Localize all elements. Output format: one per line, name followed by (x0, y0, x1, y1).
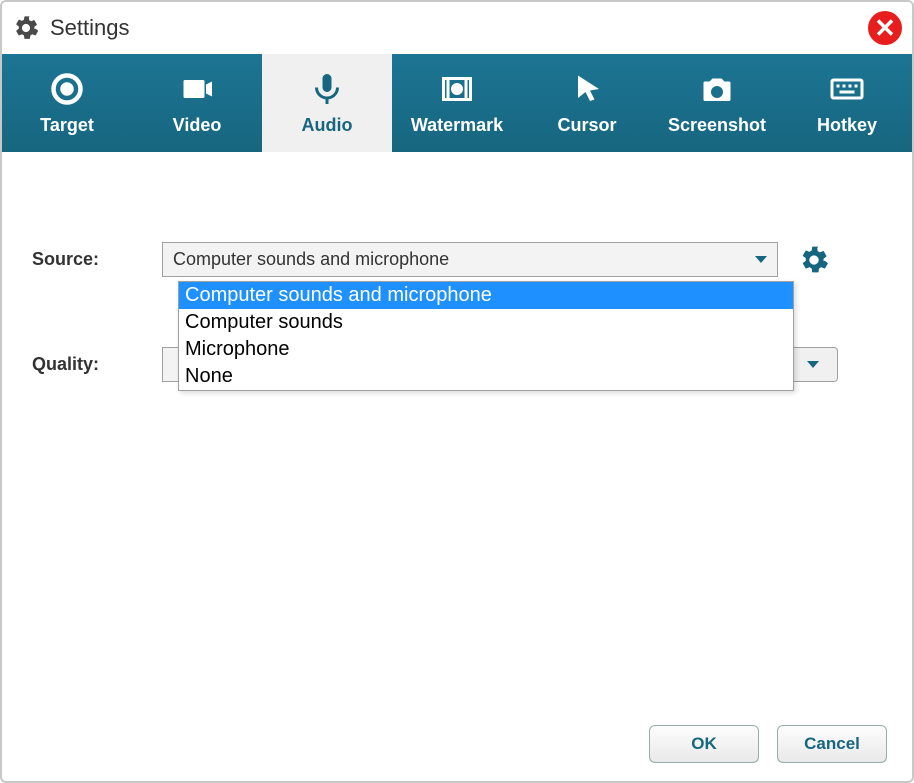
tab-hotkey[interactable]: Hotkey (782, 54, 912, 152)
tab-list: Target Video Audio Watermark Cursor (2, 54, 912, 152)
source-option[interactable]: Computer sounds and microphone (179, 282, 793, 309)
window-title: Settings (50, 15, 130, 41)
source-option[interactable]: Microphone (179, 336, 793, 363)
keyboard-icon (829, 71, 865, 107)
camera-icon (699, 71, 735, 107)
tab-target[interactable]: Target (2, 54, 132, 152)
settings-window: Settings ✕ Target Video Audio (0, 0, 914, 783)
tab-label: Watermark (411, 115, 503, 136)
watermark-icon (439, 71, 475, 107)
tab-cursor[interactable]: Cursor (522, 54, 652, 152)
chevron-down-icon (807, 361, 819, 368)
tab-video[interactable]: Video (132, 54, 262, 152)
source-option[interactable]: Computer sounds (179, 309, 793, 336)
dialog-footer: OK Cancel (649, 725, 887, 763)
cursor-icon (569, 71, 605, 107)
source-option[interactable]: None (179, 363, 793, 390)
chevron-down-icon (755, 256, 767, 263)
cancel-button[interactable]: Cancel (777, 725, 887, 763)
tab-label: Hotkey (817, 115, 877, 136)
gear-icon (12, 14, 40, 42)
ok-button[interactable]: OK (649, 725, 759, 763)
source-value: Computer sounds and microphone (173, 249, 449, 270)
source-dropdown[interactable]: Computer sounds and microphone (162, 242, 778, 277)
source-field: Computer sounds and microphone (162, 242, 778, 277)
microphone-icon (309, 71, 345, 107)
titlebar: Settings ✕ (2, 2, 912, 54)
quality-label: Quality: (32, 354, 162, 375)
tab-audio[interactable]: Audio (262, 54, 392, 152)
source-dropdown-list: Computer sounds and microphone Computer … (178, 281, 794, 391)
tab-label: Target (40, 115, 94, 136)
video-icon (179, 71, 215, 107)
source-settings-button[interactable] (798, 244, 830, 276)
quality-dropdown-button[interactable] (788, 347, 838, 382)
source-label: Source: (32, 249, 162, 270)
tab-label: Cursor (557, 115, 616, 136)
close-icon: ✕ (874, 13, 896, 44)
tab-label: Audio (302, 115, 353, 136)
tab-label: Screenshot (668, 115, 766, 136)
source-row: Source: Computer sounds and microphone (32, 242, 882, 277)
close-button[interactable]: ✕ (868, 11, 902, 45)
tab-watermark[interactable]: Watermark (392, 54, 522, 152)
gear-icon (798, 244, 830, 276)
tab-label: Video (173, 115, 222, 136)
target-icon (49, 71, 85, 107)
tab-screenshot[interactable]: Screenshot (652, 54, 782, 152)
